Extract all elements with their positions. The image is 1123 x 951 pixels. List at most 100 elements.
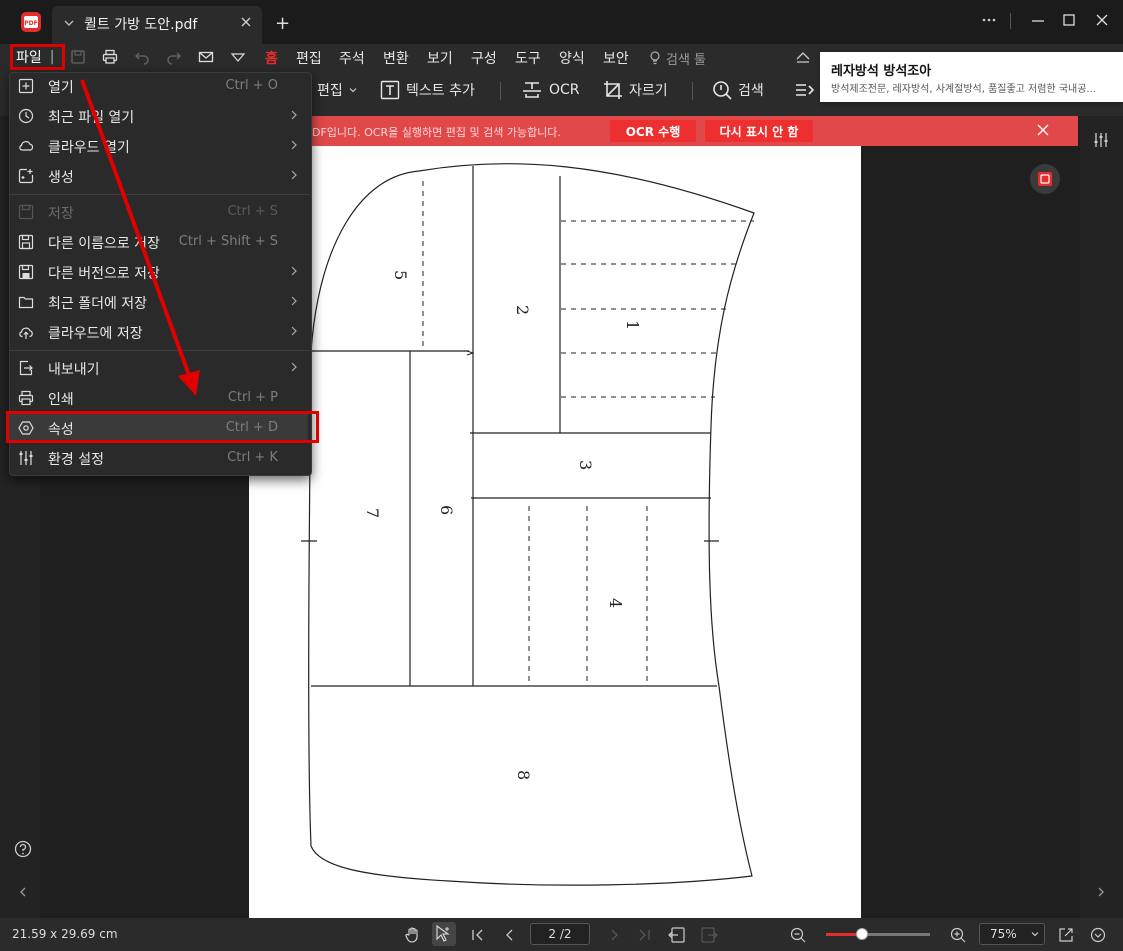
help-icon[interactable] (14, 840, 32, 858)
cloud-upload-icon (18, 324, 34, 340)
more-tools-icon[interactable] (794, 80, 814, 100)
menu-item-label: 다른 버전으로 저장 (48, 266, 160, 282)
divider (500, 82, 501, 100)
chevron-right-icon (290, 265, 298, 277)
shortcut-label: Ctrl + Shift + S (178, 234, 278, 249)
menu-item-cloud-open[interactable]: 클라우드 열기 (9, 131, 310, 161)
menu-item-save-version[interactable]: 다른 버전으로 저장 (9, 257, 310, 287)
next-page-icon (607, 928, 621, 942)
divider: | (49, 49, 55, 65)
menu-item-save-recent-folder[interactable]: 최근 폴더에 저장 (9, 287, 310, 317)
search-tools[interactable]: 검색 툴 (666, 49, 706, 68)
file-menu-label: 파일 (16, 50, 42, 66)
shortcut-label: Ctrl + O (225, 78, 278, 93)
menu-item-save-cloud[interactable]: 클라우드에 저장 (9, 317, 310, 347)
menu-convert[interactable]: 변환 (383, 48, 409, 68)
redo-icon (166, 49, 182, 65)
quick-access-dropdown-icon[interactable] (230, 49, 246, 65)
scroll-down-icon[interactable] (1090, 927, 1106, 943)
page-number-input[interactable]: 2 /2 (530, 923, 590, 945)
zoom-slider-knob[interactable] (856, 928, 868, 940)
zoom-level-select[interactable]: 75% (979, 923, 1045, 945)
cloud-icon (18, 138, 34, 154)
menu-item-label: 생성 (48, 170, 74, 186)
menu-home[interactable]: 홈 (265, 48, 278, 68)
zoom-out-icon[interactable] (790, 927, 806, 943)
menu-item-label: 다른 이름으로 저장 (48, 236, 160, 252)
pattern-label-4: 4 (606, 598, 625, 608)
open-icon (18, 78, 34, 94)
search-label: 검색 (738, 83, 764, 99)
menu-security[interactable]: 보안 (603, 48, 629, 68)
menu-item-open[interactable]: 열기 Ctrl + O (9, 71, 310, 101)
go-back-icon[interactable] (668, 926, 686, 944)
save-version-icon (18, 264, 34, 280)
chevron-right-icon (290, 361, 298, 373)
menu-annotate[interactable]: 주석 (339, 48, 365, 68)
clock-icon (18, 108, 34, 124)
menu-tools[interactable]: 도구 (515, 48, 541, 68)
menu-item-label: 내보내기 (48, 362, 100, 378)
ad-title: 레자방석 방석조아 (831, 64, 932, 79)
expand-right-panel-icon[interactable] (1097, 886, 1105, 898)
menu-item-export[interactable]: 내보내기 (9, 353, 310, 383)
menu-item-recent-files[interactable]: 최근 파일 열기 (9, 101, 310, 131)
new-tab-button[interactable]: + (275, 13, 290, 34)
crop-label: 자르기 (629, 83, 668, 99)
hand-tool-icon[interactable] (404, 926, 422, 944)
close-window-icon[interactable] (1095, 12, 1109, 28)
menu-item-label: 클라우드 열기 (48, 140, 130, 156)
menu-organize[interactable]: 구성 (471, 48, 497, 68)
menu-separator (9, 350, 310, 351)
collapse-ribbon-icon[interactable] (795, 50, 811, 64)
select-tool-button[interactable] (432, 922, 456, 946)
menu-item-print[interactable]: 인쇄 Ctrl + P (9, 383, 310, 413)
pdf-page[interactable]: 5 2 1 3 7 6 4 8 (249, 146, 861, 918)
menu-item-create[interactable]: 생성 (9, 161, 310, 191)
zoom-level-value: 75% (990, 927, 1017, 941)
pattern-label-8: 8 (514, 770, 533, 780)
properties-panel-icon[interactable] (1092, 131, 1110, 149)
expand-left-panel-icon[interactable] (19, 886, 27, 898)
pattern-label-1: 1 (623, 320, 642, 330)
search-button[interactable]: 검색 (712, 80, 764, 100)
dont-show-again-button[interactable]: 다시 표시 안 함 (705, 120, 813, 142)
open-external-icon[interactable] (1058, 927, 1074, 943)
chevron-right-icon (290, 325, 298, 337)
close-tab-icon[interactable] (240, 16, 252, 28)
menu-item-settings[interactable]: 환경 설정 Ctrl + K (9, 443, 310, 473)
menu-item-save-as[interactable]: 다른 이름으로 저장 Ctrl + Shift + S (9, 227, 310, 257)
print-icon[interactable] (102, 49, 118, 65)
divider (1010, 13, 1011, 29)
close-banner-icon[interactable] (1036, 123, 1050, 137)
menu-view[interactable]: 보기 (427, 48, 453, 68)
mail-icon[interactable] (198, 49, 214, 65)
add-text-button[interactable]: 텍스트 추가 (380, 80, 475, 100)
chevron-down-icon[interactable] (63, 17, 75, 29)
first-page-icon[interactable] (471, 928, 485, 942)
file-menu-button[interactable]: 파일 | (10, 44, 65, 70)
edit-label: 편집 (317, 83, 343, 99)
app-logo-icon[interactable]: PDF (19, 10, 43, 34)
edit-dropdown-button[interactable]: 편집 (317, 80, 357, 100)
menu-edit[interactable]: 편집 (296, 48, 322, 68)
zoom-in-icon[interactable] (950, 927, 966, 943)
chevron-right-icon (290, 139, 298, 151)
ai-assistant-icon[interactable] (1030, 164, 1060, 194)
menu-separator (9, 194, 310, 195)
maximize-icon[interactable] (1062, 12, 1076, 28)
ocr-button[interactable]: OCR (521, 80, 580, 100)
more-icon[interactable] (981, 12, 997, 28)
previous-page-icon[interactable] (503, 928, 517, 942)
run-ocr-button[interactable]: OCR 수행 (610, 120, 696, 142)
print-icon (18, 390, 34, 406)
crop-button[interactable]: 자르기 (603, 80, 668, 100)
ad-description: 방석제조전문, 레자방석, 사계절방석, 품질좋고 저렴한 국내공... (831, 84, 1096, 95)
menu-item-label: 클라우드에 저장 (48, 326, 143, 342)
minimize-icon[interactable] (1031, 12, 1045, 28)
pattern-label-7: 7 (363, 508, 382, 518)
menu-form[interactable]: 양식 (559, 48, 585, 68)
lightbulb-icon (648, 50, 662, 66)
menu-item-label: 최근 파일 열기 (48, 110, 135, 126)
shortcut-label: Ctrl + S (227, 204, 278, 219)
